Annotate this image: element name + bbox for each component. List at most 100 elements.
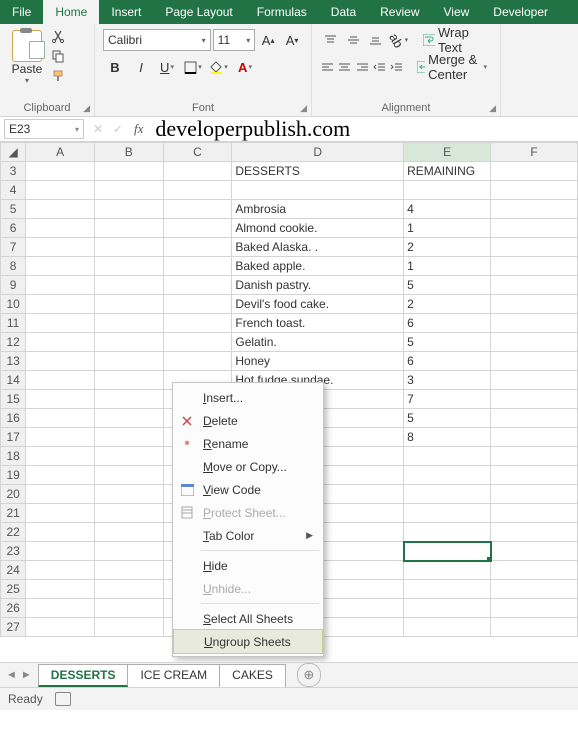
cell[interactable]: [94, 504, 163, 523]
cell[interactable]: 1: [404, 219, 491, 238]
name-box[interactable]: E23▾: [4, 119, 84, 139]
cell[interactable]: [232, 181, 404, 200]
row-header-15[interactable]: 15: [1, 390, 26, 409]
cell[interactable]: [26, 561, 95, 580]
cell[interactable]: [491, 238, 578, 257]
cell[interactable]: [94, 523, 163, 542]
alignment-launcher[interactable]: ◢: [489, 103, 496, 114]
col-header-F[interactable]: F: [491, 143, 578, 162]
cell[interactable]: 2: [404, 295, 491, 314]
menu-insert[interactable]: Insert...: [173, 386, 323, 409]
sheet-nav-next[interactable]: ►: [21, 669, 32, 681]
cell[interactable]: [163, 238, 232, 257]
row-header-18[interactable]: 18: [1, 447, 26, 466]
menu-tab-color[interactable]: Tab Color▶: [173, 524, 323, 547]
select-all-corner[interactable]: ◢: [1, 143, 26, 162]
row-header-5[interactable]: 5: [1, 200, 26, 219]
cell[interactable]: 5: [404, 276, 491, 295]
cell[interactable]: [163, 314, 232, 333]
enter-formula-button[interactable]: ✓: [108, 122, 128, 136]
cell[interactable]: [491, 257, 578, 276]
row-header-14[interactable]: 14: [1, 371, 26, 390]
cell[interactable]: [491, 580, 578, 599]
cell[interactable]: [26, 428, 95, 447]
menu-delete[interactable]: Delete: [173, 409, 323, 432]
cell[interactable]: [404, 485, 491, 504]
orientation-button[interactable]: ab▾: [388, 28, 409, 52]
menu-hide[interactable]: Hide: [173, 554, 323, 577]
cell[interactable]: [491, 409, 578, 428]
cell[interactable]: [26, 523, 95, 542]
cell[interactable]: [26, 219, 95, 238]
cell[interactable]: [94, 485, 163, 504]
cell[interactable]: [26, 618, 95, 637]
decrease-indent-button[interactable]: [372, 55, 387, 79]
cell[interactable]: [26, 333, 95, 352]
col-header-B[interactable]: B: [94, 143, 163, 162]
cell[interactable]: [26, 200, 95, 219]
cell[interactable]: 5: [404, 409, 491, 428]
tab-review[interactable]: Review: [368, 0, 431, 24]
cell[interactable]: [26, 390, 95, 409]
cell[interactable]: [94, 333, 163, 352]
cell[interactable]: [26, 599, 95, 618]
cell[interactable]: [26, 352, 95, 371]
cell[interactable]: French toast.: [232, 314, 404, 333]
row-header-12[interactable]: 12: [1, 333, 26, 352]
tab-file[interactable]: File: [0, 0, 43, 24]
cell[interactable]: [404, 504, 491, 523]
tab-home[interactable]: Home: [43, 0, 99, 24]
cell[interactable]: REMAINING: [404, 162, 491, 181]
cancel-formula-button[interactable]: ✕: [88, 122, 108, 136]
cell[interactable]: [491, 295, 578, 314]
cell[interactable]: [404, 599, 491, 618]
tab-developer[interactable]: Developer: [481, 0, 560, 24]
align-middle-button[interactable]: [343, 28, 364, 52]
cell[interactable]: [94, 162, 163, 181]
cell[interactable]: [491, 314, 578, 333]
copy-button[interactable]: [50, 48, 66, 64]
row-header-16[interactable]: 16: [1, 409, 26, 428]
row-header-7[interactable]: 7: [1, 238, 26, 257]
cell[interactable]: [94, 219, 163, 238]
border-button[interactable]: ▾: [181, 55, 205, 79]
sheet-nav-prev[interactable]: ◄: [6, 669, 17, 681]
cell[interactable]: Ambrosia: [232, 200, 404, 219]
cell[interactable]: [404, 523, 491, 542]
cell[interactable]: Baked apple.: [232, 257, 404, 276]
cell[interactable]: [94, 390, 163, 409]
cell[interactable]: [94, 238, 163, 257]
increase-font-button[interactable]: A▴: [257, 28, 279, 52]
cell[interactable]: [26, 257, 95, 276]
col-header-E[interactable]: E: [404, 143, 491, 162]
row-header-6[interactable]: 6: [1, 219, 26, 238]
cell[interactable]: [94, 466, 163, 485]
cell[interactable]: [163, 181, 232, 200]
cell[interactable]: [26, 181, 95, 200]
cell[interactable]: [404, 618, 491, 637]
cell[interactable]: [163, 162, 232, 181]
cell[interactable]: [491, 466, 578, 485]
tab-data[interactable]: Data: [319, 0, 368, 24]
cell[interactable]: 7: [404, 390, 491, 409]
tab-formulas[interactable]: Formulas: [245, 0, 319, 24]
cell[interactable]: 1: [404, 257, 491, 276]
cell[interactable]: [94, 371, 163, 390]
cell[interactable]: [94, 257, 163, 276]
row-header-22[interactable]: 22: [1, 523, 26, 542]
row-header-27[interactable]: 27: [1, 618, 26, 637]
cell[interactable]: [94, 314, 163, 333]
row-header-26[interactable]: 26: [1, 599, 26, 618]
cell[interactable]: [491, 352, 578, 371]
cell[interactable]: [404, 542, 491, 561]
format-painter-button[interactable]: [50, 68, 66, 84]
row-header-9[interactable]: 9: [1, 276, 26, 295]
cell[interactable]: [94, 352, 163, 371]
sheet-tab-desserts[interactable]: DESSERTS: [38, 664, 129, 687]
clipboard-launcher[interactable]: ◢: [83, 103, 90, 114]
cell[interactable]: [491, 333, 578, 352]
paste-button[interactable]: Paste ▾: [8, 28, 46, 85]
cell[interactable]: [491, 276, 578, 295]
cell[interactable]: [94, 295, 163, 314]
cell[interactable]: [491, 219, 578, 238]
